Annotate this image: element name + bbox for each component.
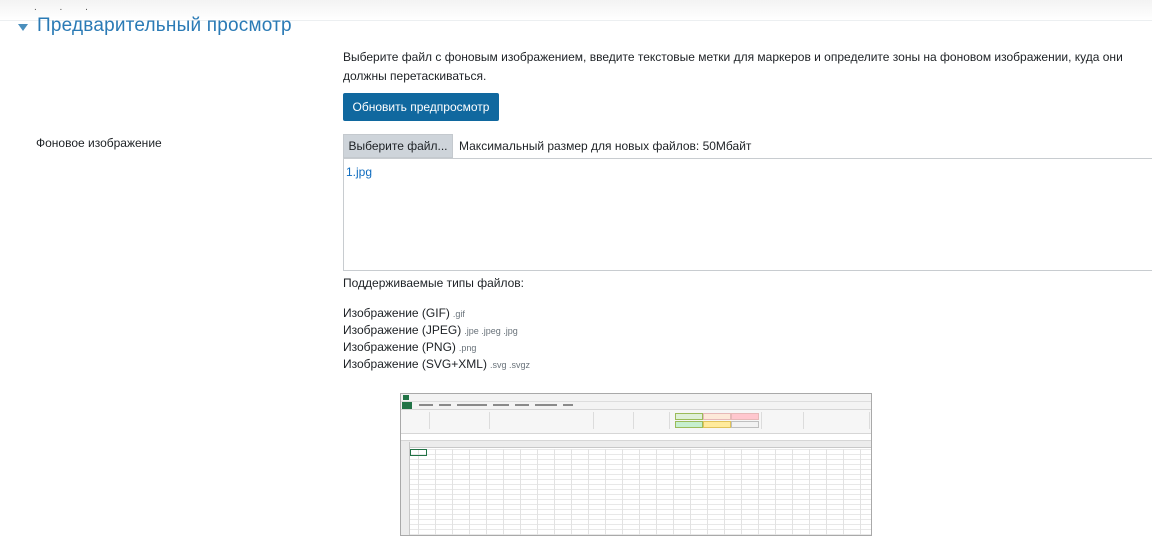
preview-ribbon-group xyxy=(633,412,670,429)
choose-file-button[interactable]: Выберите файл... xyxy=(343,134,453,158)
preview-ribbon xyxy=(401,409,871,434)
preview-ribbon-group xyxy=(593,412,634,429)
top-dots: . . . xyxy=(34,2,98,13)
type-extensions: .jpe .jpeg .jpg xyxy=(464,326,518,336)
supported-types-list: Изображение (GIF) .gif Изображение (JPEG)… xyxy=(343,305,530,373)
preview-tab xyxy=(563,404,573,406)
preview-titlebar xyxy=(401,394,871,402)
type-name: Изображение (JPEG) xyxy=(343,323,462,337)
preview-ribbon-tabs xyxy=(401,402,871,409)
type-extensions: .png xyxy=(458,343,477,353)
preview-ribbon-group xyxy=(489,412,594,429)
preview-ribbon-group xyxy=(401,412,430,429)
preview-active-cell xyxy=(410,449,427,456)
supported-types-title: Поддерживаемые типы файлов: xyxy=(343,276,525,290)
uploaded-file-link[interactable]: 1.jpg xyxy=(346,165,372,179)
preview-style-cell xyxy=(703,421,731,428)
max-file-size-text: Максимальный размер для новых файлов: 50… xyxy=(459,139,752,153)
supported-type-item: Изображение (GIF) .gif xyxy=(343,305,530,322)
type-extensions: .svg .svgz xyxy=(489,360,530,370)
preview-ribbon-group xyxy=(429,412,490,429)
preview-style-cell xyxy=(675,413,703,420)
page: . . . Предварительный просмотр Выберите … xyxy=(0,0,1152,536)
supported-type-item: Изображение (PNG) .png xyxy=(343,339,530,356)
preview-ribbon-group xyxy=(761,412,804,429)
section-header[interactable]: Предварительный просмотр xyxy=(18,15,292,37)
supported-type-item: Изображение (JPEG) .jpe .jpeg .jpg xyxy=(343,322,530,339)
preview-cell-grid xyxy=(401,449,871,535)
refresh-preview-button[interactable]: Обновить предпросмотр xyxy=(343,93,499,121)
preview-tab xyxy=(419,404,433,406)
preview-style-cell xyxy=(675,421,703,428)
background-image-label: Фоновое изображение xyxy=(36,136,162,150)
preview-style-cell xyxy=(731,421,759,428)
preview-file-tab xyxy=(402,402,412,409)
preview-formula-bar xyxy=(401,434,871,441)
background-image-preview xyxy=(400,393,872,536)
preview-ribbon-group xyxy=(803,412,870,429)
type-name: Изображение (PNG) xyxy=(343,340,456,354)
section-title[interactable]: Предварительный просмотр xyxy=(37,15,292,37)
preview-tab xyxy=(515,404,529,406)
preview-tab xyxy=(439,404,451,406)
preview-row-headers xyxy=(401,442,410,535)
collapse-triangle-icon[interactable] xyxy=(18,23,28,31)
type-extensions: .gif xyxy=(452,309,465,319)
supported-type-item: Изображение (SVG+XML) .svg .svgz xyxy=(343,356,530,373)
type-name: Изображение (SVG+XML) xyxy=(343,357,487,371)
preview-tab xyxy=(457,404,487,406)
excel-logo-icon xyxy=(403,395,409,400)
preview-column-headers xyxy=(401,441,871,448)
preview-style-cell xyxy=(703,413,731,420)
file-drop-area[interactable]: 1.jpg xyxy=(343,158,1152,271)
preview-tab xyxy=(493,404,509,406)
preview-style-cell xyxy=(731,413,759,420)
type-name: Изображение (GIF) xyxy=(343,306,450,320)
preview-tab xyxy=(535,404,557,406)
preview-description: Выберите файл с фоновым изображением, вв… xyxy=(343,50,1123,83)
